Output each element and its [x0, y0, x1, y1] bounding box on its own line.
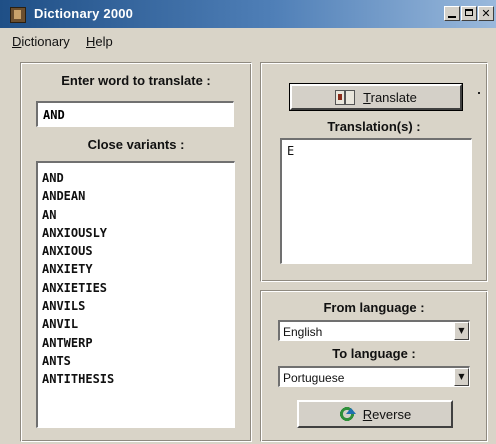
dictionary-app-icon — [10, 7, 26, 23]
list-item[interactable]: ANTITHESIS — [42, 370, 234, 388]
from-language-label: From language : — [323, 300, 425, 315]
from-language-select[interactable]: English ▼ — [278, 320, 470, 341]
list-item[interactable]: ANVIL — [42, 315, 234, 333]
to-language-select[interactable]: Portuguese ▼ — [278, 366, 470, 387]
book-icon — [335, 89, 356, 105]
menu-help[interactable]: Help — [86, 34, 113, 49]
maximize-button[interactable] — [461, 6, 477, 21]
list-item[interactable]: AND — [42, 169, 234, 187]
reverse-button[interactable]: Reverse — [297, 400, 453, 428]
to-language-label: To language : — [332, 346, 416, 361]
minimize-button[interactable] — [444, 6, 460, 21]
list-item[interactable]: ANXIETY — [42, 260, 234, 278]
variants-list: AND ANDEAN AN ANXIOUSLY ANXIOUS ANXIETY ANXIET… — [38, 163, 234, 389]
chevron-down-icon[interactable]: ▼ — [454, 322, 469, 340]
close-variants-label: Close variants : — [87, 137, 185, 152]
reverse-arrows-icon — [338, 406, 356, 422]
translate-button[interactable]: Translate — [289, 83, 463, 111]
reverse-button-label: Reverse — [362, 406, 412, 422]
menu-dictionary[interactable]: Dictionary — [12, 34, 70, 49]
menu-bar: Dictionary Help — [0, 30, 496, 52]
list-item[interactable]: AN — [42, 206, 234, 224]
list-item[interactable]: ANDEAN — [42, 187, 234, 205]
list-item[interactable]: ANXIOUSLY — [42, 224, 234, 242]
list-item[interactable]: ANVILS — [42, 297, 234, 315]
title-bar: Dictionary 2000 ✕ — [0, 0, 496, 28]
window-title: Dictionary 2000 — [34, 6, 134, 21]
from-language-value: English — [283, 325, 323, 339]
list-item[interactable]: ANTS — [42, 352, 234, 370]
list-item[interactable]: ANXIETIES — [42, 279, 234, 297]
word-input[interactable] — [36, 101, 234, 127]
to-language-value: Portuguese — [283, 371, 345, 385]
variants-listbox[interactable]: AND ANDEAN AN ANXIOUSLY ANXIOUS ANXIETY ANXIET… — [36, 161, 235, 428]
translations-label: Translation(s) : — [327, 119, 421, 134]
list-item[interactable]: ANXIOUS — [42, 242, 234, 260]
chevron-down-icon[interactable]: ▼ — [454, 368, 469, 386]
close-button[interactable]: ✕ — [478, 6, 494, 21]
translations-box[interactable]: E — [280, 138, 472, 264]
list-item[interactable]: ANTWERP — [42, 334, 234, 352]
stray-dot — [478, 92, 480, 94]
translate-button-label: Translate — [363, 89, 417, 105]
translation-value: E — [287, 144, 295, 158]
enter-word-label: Enter word to translate : — [61, 73, 211, 88]
